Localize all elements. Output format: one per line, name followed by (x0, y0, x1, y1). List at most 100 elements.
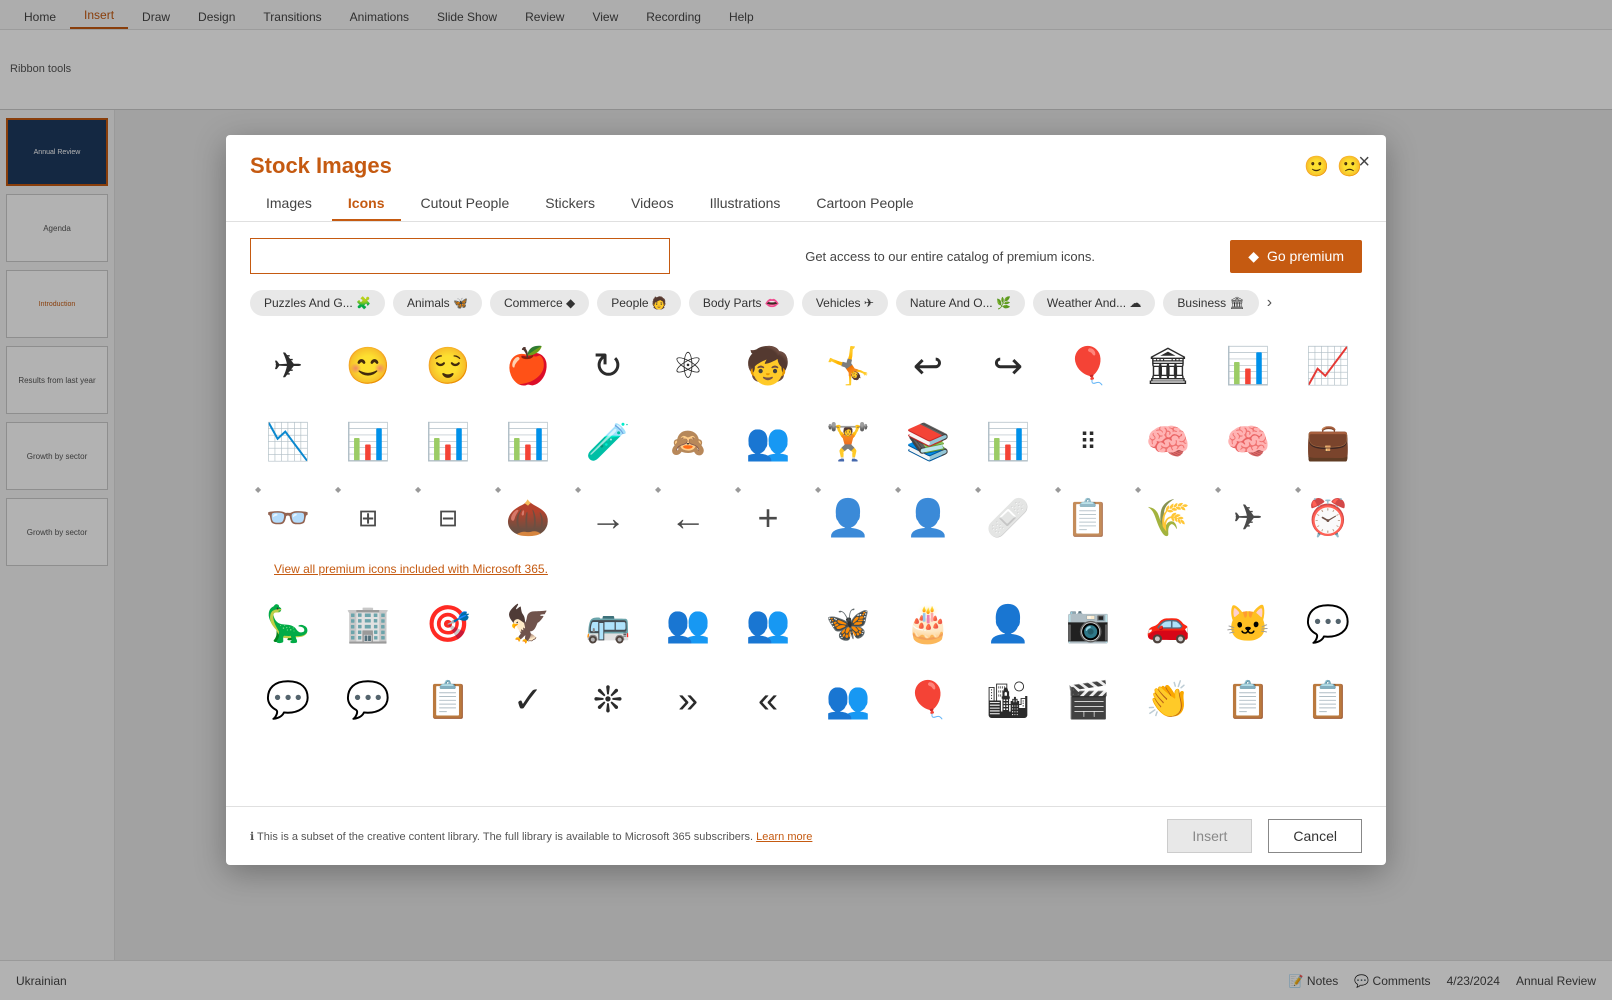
clapperboard-icon: 🎬 (1066, 679, 1111, 721)
icon-glasses[interactable]: 👓 (250, 480, 326, 556)
category-business[interactable]: Business 🏛 (1163, 290, 1258, 316)
icon-books[interactable]: 📚 (890, 404, 966, 480)
insert-button[interactable]: Insert (1167, 819, 1252, 853)
icon-atom[interactable]: ⚛ (650, 328, 726, 404)
icon-briefcase[interactable]: 💼 (1290, 404, 1366, 480)
category-people[interactable]: People 🧑 (597, 290, 681, 316)
tab-cartoon-people[interactable]: Cartoon People (800, 187, 929, 221)
categories-next-arrow[interactable]: › (1267, 294, 1272, 312)
tab-icons[interactable]: Icons (332, 187, 401, 221)
icon-chart5[interactable]: 📊 (410, 404, 486, 480)
icon-presentation[interactable]: 📋 (1210, 662, 1286, 738)
icon-arrow-forward[interactable]: → (570, 480, 646, 556)
dialog-controls: 🙂 🙁 (1304, 154, 1362, 179)
icon-eye-hidden[interactable]: 🙈 (650, 404, 726, 480)
icon-clock[interactable]: ⏰ (1290, 480, 1366, 556)
tab-videos[interactable]: Videos (615, 187, 690, 221)
icon-cat[interactable]: 🐱 (1210, 586, 1286, 662)
icon-arrow-right[interactable]: ↪ (970, 328, 1046, 404)
icon-brain2[interactable]: 🧠 (1210, 404, 1286, 480)
icon-dinosaur[interactable]: 🦕 (250, 586, 326, 662)
icon-chart3[interactable]: 📉 (250, 404, 326, 480)
icon-flask[interactable]: 🧪 (570, 404, 646, 480)
icon-arrow-back[interactable]: ← (650, 480, 726, 556)
icon-clapperboard[interactable]: 🎬 (1050, 662, 1126, 738)
category-vehicles[interactable]: Vehicles ✈ (802, 290, 888, 316)
icon-chart7[interactable]: 📊 (970, 404, 1046, 480)
icon-cake[interactable]: 🎂 (890, 586, 966, 662)
icons-grid-container[interactable]: ✈ 😊 😌 🍎 ↻ ⚛ 🧒 🤸 ↩ ↪ 🎈 🏛 📊 📈 📉 📊 📊 (226, 328, 1386, 806)
icon-barchart1[interactable]: 📊 (1210, 328, 1286, 404)
icon-airplane[interactable]: ✈ (250, 328, 326, 404)
icon-car[interactable]: 🚗 (1130, 586, 1206, 662)
icon-acorn[interactable]: 🌰 (490, 480, 566, 556)
icon-arrows-left[interactable]: « (730, 662, 806, 738)
tab-images[interactable]: Images (250, 187, 328, 221)
icon-apple[interactable]: 🍎 (490, 328, 566, 404)
icon-brain1[interactable]: 🧠 (1130, 404, 1206, 480)
icon-bank[interactable]: 🏛 (1130, 328, 1206, 404)
category-puzzles[interactable]: Puzzles And G... 🧩 (250, 290, 385, 316)
search-input[interactable] (250, 238, 670, 274)
icon-butterfly[interactable]: 🦋 (810, 586, 886, 662)
cancel-button[interactable]: Cancel (1268, 819, 1362, 853)
icon-chat1[interactable]: 💬 (1290, 586, 1366, 662)
icon-balloon-person[interactable]: 🎈 (890, 662, 966, 738)
icon-plus[interactable]: + (730, 480, 806, 556)
icon-crowd1[interactable]: 👥 (650, 586, 726, 662)
icon-cityscape[interactable]: 🏙 (970, 662, 1046, 738)
icon-crowd2[interactable]: 👥 (730, 586, 806, 662)
dialog-close-button[interactable]: × (1358, 151, 1370, 174)
icon-building[interactable]: 🏢 (330, 586, 406, 662)
icon-chart4[interactable]: 📊 (330, 404, 406, 480)
chat1-icon: 💬 (1306, 603, 1351, 645)
icon-starburst[interactable]: ❊ (570, 662, 646, 738)
icon-camera[interactable]: 📷 (1050, 586, 1126, 662)
icons-grid-premium: 👓 ⊞ ⊟ 🌰 → ← + 👤 👤 🩹 📋 🌾 ✈ ⏰ (250, 480, 1362, 556)
premium-link[interactable]: View all premium icons included with Mic… (274, 562, 548, 576)
icon-chart6[interactable]: 📊 (490, 404, 566, 480)
icon-crowd3[interactable]: 👥 (810, 662, 886, 738)
icon-chat3[interactable]: 💬 (330, 662, 406, 738)
icon-bus[interactable]: 🚌 (570, 586, 646, 662)
icon-clipboard[interactable]: 📋 (1290, 662, 1366, 738)
icon-weightlifter[interactable]: 🏋 (810, 404, 886, 480)
icon-contact2[interactable]: 👤 (890, 480, 966, 556)
icon-bandage[interactable]: 🩹 (970, 480, 1046, 556)
icon-meeting[interactable]: 👥 (730, 404, 806, 480)
icon-target[interactable]: 🎯 (410, 586, 486, 662)
icon-checklist[interactable]: 📋 (410, 662, 486, 738)
icon-grid1[interactable]: ⊞ (330, 480, 406, 556)
icon-arrow-left[interactable]: ↩ (890, 328, 966, 404)
icon-baby[interactable]: 🧒 (730, 328, 806, 404)
icon-balloons[interactable]: 🎈 (1050, 328, 1126, 404)
dialog-face-happy[interactable]: 🙂 (1304, 154, 1329, 179)
learn-more-link[interactable]: Learn more (756, 831, 812, 843)
icon-check[interactable]: ✓ (490, 662, 566, 738)
category-commerce[interactable]: Commerce ◆ (490, 290, 589, 316)
icon-chat2[interactable]: 💬 (250, 662, 326, 738)
icon-clap[interactable]: 👏 (1130, 662, 1206, 738)
icon-person[interactable]: 👤 (970, 586, 1046, 662)
icon-bird[interactable]: 🦅 (490, 586, 566, 662)
category-animals[interactable]: Animals 🦋 (393, 290, 482, 316)
icon-arrows-right[interactable]: » (650, 662, 726, 738)
icon-smile2[interactable]: 😌 (410, 328, 486, 404)
icon-landscape[interactable]: 🌾 (1130, 480, 1206, 556)
icon-braille[interactable]: ⠿ (1050, 404, 1126, 480)
icon-barchart2[interactable]: 📈 (1290, 328, 1366, 404)
icon-grid2[interactable]: ⊟ (410, 480, 486, 556)
go-premium-button[interactable]: ◆ Go premium (1230, 240, 1362, 273)
icon-acrobat[interactable]: 🤸 (810, 328, 886, 404)
tab-stickers[interactable]: Stickers (529, 187, 611, 221)
icon-recycle[interactable]: ↻ (570, 328, 646, 404)
category-nature[interactable]: Nature And O... 🌿 (896, 290, 1025, 316)
icon-smiley[interactable]: 😊 (330, 328, 406, 404)
category-weather[interactable]: Weather And... ☁ (1033, 290, 1156, 316)
tab-cutout-people[interactable]: Cutout People (405, 187, 526, 221)
icon-contact1[interactable]: 👤 (810, 480, 886, 556)
icon-plane2[interactable]: ✈ (1210, 480, 1286, 556)
tab-illustrations[interactable]: Illustrations (694, 187, 797, 221)
icon-billboard[interactable]: 📋 (1050, 480, 1126, 556)
category-body-parts[interactable]: Body Parts 👄 (689, 290, 794, 316)
